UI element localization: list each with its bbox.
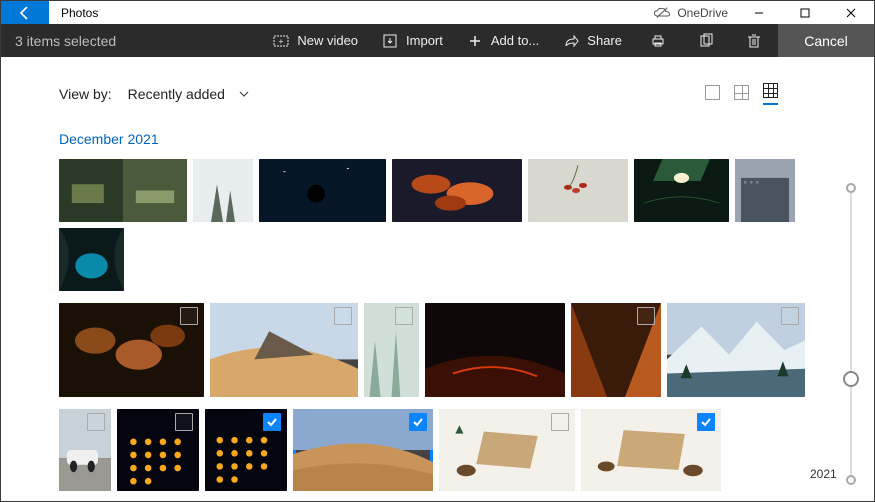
- viewby-value: Recently added: [128, 86, 225, 102]
- timeline-year: 2021: [810, 467, 837, 481]
- copy-icon: [698, 33, 714, 49]
- photo-thumb[interactable]: [425, 303, 565, 397]
- window-controls: [736, 1, 874, 24]
- close-button[interactable]: [828, 1, 874, 24]
- view-mode-toggle: [705, 83, 778, 105]
- print-button[interactable]: [634, 24, 682, 57]
- photo-thumb[interactable]: [735, 159, 795, 222]
- viewby-select[interactable]: Recently added: [128, 86, 249, 102]
- content-area: View by: Recently added December 2021 20…: [1, 57, 874, 501]
- add-to-button[interactable]: Add to...: [455, 24, 551, 57]
- photo-thumb[interactable]: [392, 159, 522, 222]
- share-icon: [563, 33, 579, 49]
- photo-thumb[interactable]: [571, 303, 661, 397]
- onedrive-label: OneDrive: [677, 6, 728, 20]
- titlebar: Photos OneDrive: [1, 1, 874, 24]
- viewby-label: View by:: [59, 86, 112, 102]
- photo-thumb[interactable]: [293, 409, 433, 491]
- cancel-label: Cancel: [804, 33, 848, 49]
- add-to-label: Add to...: [491, 33, 539, 48]
- photo-thumb[interactable]: [364, 303, 419, 397]
- print-icon: [650, 33, 666, 49]
- cancel-button[interactable]: Cancel: [778, 24, 874, 57]
- photo-thumb[interactable]: [439, 409, 575, 491]
- timeline-marker-top[interactable]: [846, 183, 856, 193]
- maximize-icon: [800, 8, 810, 18]
- photo-thumb[interactable]: [59, 303, 204, 397]
- thumb-checkbox[interactable]: [551, 413, 569, 431]
- photo-thumb[interactable]: [59, 409, 111, 491]
- copy-button[interactable]: [682, 24, 730, 57]
- photo-thumb[interactable]: [193, 159, 253, 222]
- photo-thumb[interactable]: [667, 303, 805, 397]
- thumbnail-grid: [59, 159, 818, 491]
- cloud-offline-icon: [653, 4, 671, 22]
- trash-icon: [746, 33, 762, 49]
- group-heading[interactable]: December 2021: [59, 131, 818, 147]
- new-video-label: New video: [297, 33, 358, 48]
- thumb-checkbox[interactable]: [409, 413, 427, 431]
- timeline-track: [850, 187, 852, 481]
- arrow-left-icon: [17, 5, 33, 21]
- toolbar: 3 items selected + New video Import Add …: [1, 24, 874, 57]
- thumb-checkbox[interactable]: [175, 413, 193, 431]
- thumb-checkbox[interactable]: [180, 307, 198, 325]
- video-icon: +: [273, 33, 289, 49]
- thumb-checkbox[interactable]: [395, 307, 413, 325]
- photo-thumb[interactable]: [528, 159, 628, 222]
- delete-button[interactable]: [730, 24, 778, 57]
- share-label: Share: [587, 33, 622, 48]
- thumb-checkbox[interactable]: [781, 307, 799, 325]
- gallery: View by: Recently added December 2021: [1, 57, 840, 501]
- thumb-checkbox[interactable]: [334, 307, 352, 325]
- svg-text:+: +: [279, 37, 284, 46]
- photo-thumb[interactable]: [59, 159, 187, 222]
- import-label: Import: [406, 33, 443, 48]
- thumb-checkbox[interactable]: [637, 307, 655, 325]
- close-icon: [846, 8, 856, 18]
- photo-thumb[interactable]: [210, 303, 358, 397]
- minimize-button[interactable]: [736, 1, 782, 24]
- thumb-checkbox[interactable]: [263, 413, 281, 431]
- viewby-row: View by: Recently added: [59, 83, 818, 105]
- import-icon: [382, 33, 398, 49]
- photo-thumb[interactable]: [205, 409, 287, 491]
- view-single-button[interactable]: [705, 85, 720, 103]
- photo-thumb[interactable]: [634, 159, 729, 222]
- view-grid9-button[interactable]: [763, 83, 778, 105]
- app-title: Photos: [49, 1, 653, 24]
- selection-count: 3 items selected: [1, 33, 130, 49]
- photo-thumb[interactable]: [117, 409, 199, 491]
- back-button[interactable]: [1, 1, 49, 24]
- timeline-marker-bottom[interactable]: [846, 475, 856, 485]
- view-grid4-button[interactable]: [734, 85, 749, 103]
- share-button[interactable]: Share: [551, 24, 634, 57]
- photo-thumb[interactable]: [581, 409, 721, 491]
- plus-icon: [467, 33, 483, 49]
- onedrive-status[interactable]: OneDrive: [653, 1, 736, 24]
- chevron-down-icon: [239, 91, 249, 97]
- timeline-knob[interactable]: [843, 371, 859, 387]
- photo-thumb[interactable]: [259, 159, 386, 222]
- thumb-checkbox[interactable]: [87, 413, 105, 431]
- import-button[interactable]: Import: [370, 24, 455, 57]
- new-video-button[interactable]: + New video: [261, 24, 370, 57]
- photo-thumb[interactable]: [59, 228, 124, 291]
- minimize-icon: [754, 8, 764, 18]
- maximize-button[interactable]: [782, 1, 828, 24]
- timeline[interactable]: 2021: [840, 57, 874, 501]
- thumb-checkbox[interactable]: [697, 413, 715, 431]
